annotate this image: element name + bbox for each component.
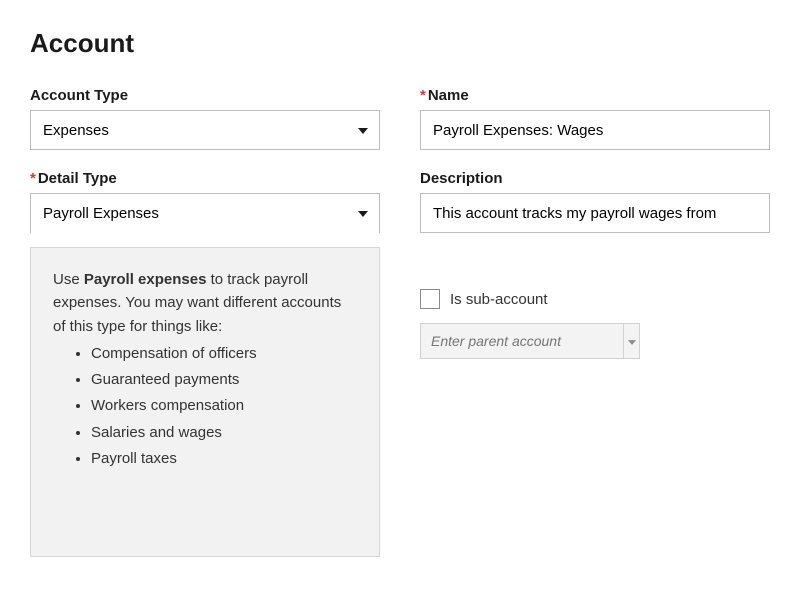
sub-account-checkbox[interactable] — [420, 289, 440, 309]
account-form: Account Type *Detail Type Use Payroll — [30, 87, 770, 557]
caret-down-icon — [628, 332, 636, 350]
detail-type-select[interactable] — [30, 193, 380, 233]
name-label: *Name — [420, 87, 770, 104]
detail-type-help-panel: Use Payroll expenses to track payroll ex… — [30, 247, 380, 557]
name-field: *Name — [420, 87, 770, 150]
description-input[interactable] — [420, 193, 770, 233]
parent-account-select[interactable] — [420, 323, 640, 359]
account-type-value[interactable] — [30, 110, 380, 150]
help-item: Guaranteed payments — [91, 368, 357, 391]
parent-account-caret-button[interactable] — [624, 323, 640, 359]
required-asterisk: * — [420, 87, 426, 104]
sub-account-row: Is sub-account — [420, 289, 770, 309]
sub-account-label: Is sub-account — [450, 291, 548, 308]
detail-type-value[interactable] — [30, 193, 380, 233]
parent-account-input[interactable] — [420, 323, 624, 359]
description-label: Description — [420, 170, 770, 187]
description-field: Description — [420, 170, 770, 233]
account-type-label: Account Type — [30, 87, 380, 104]
help-item: Payroll taxes — [91, 447, 357, 470]
account-type-field: Account Type — [30, 87, 380, 150]
help-intro: Use Payroll expenses to track payroll ex… — [53, 268, 357, 338]
page-title: Account — [30, 28, 770, 59]
account-type-select[interactable] — [30, 110, 380, 150]
detail-type-label: *Detail Type — [30, 170, 380, 187]
help-item: Workers compensation — [91, 394, 357, 417]
help-list: Compensation of officers Guaranteed paym… — [53, 342, 357, 470]
help-item: Salaries and wages — [91, 421, 357, 444]
required-asterisk: * — [30, 170, 36, 187]
name-input[interactable] — [420, 110, 770, 150]
help-item: Compensation of officers — [91, 342, 357, 365]
detail-type-field: *Detail Type — [30, 170, 380, 233]
